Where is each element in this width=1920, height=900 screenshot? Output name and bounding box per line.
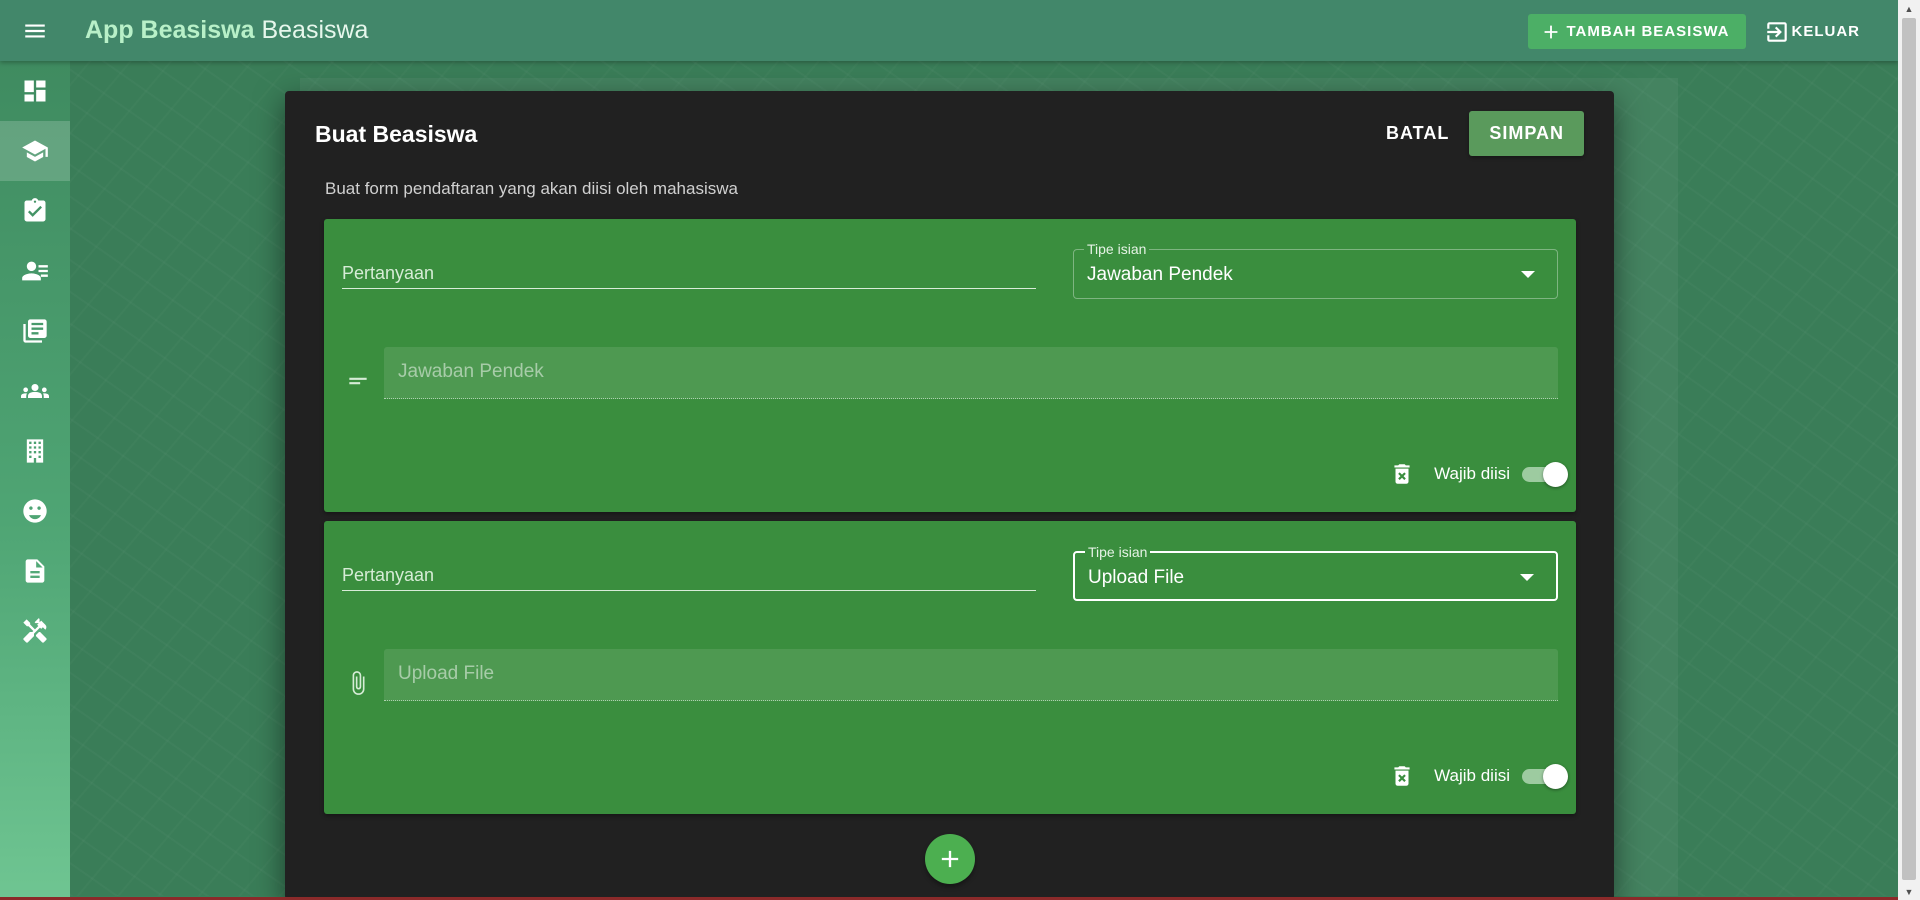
attachment-icon: [344, 669, 372, 697]
assignment-check-icon: [24, 198, 46, 222]
library-books-icon: [23, 319, 47, 343]
required-label: Wajib diisi: [1434, 464, 1510, 483]
sidebar-item-tools[interactable]: [0, 601, 70, 661]
field-type-value: Jawaban Pendek: [1087, 264, 1233, 285]
cancel-button[interactable]: BATAL: [1366, 123, 1469, 144]
sidebar-item-document[interactable]: [0, 541, 70, 601]
trash-icon: [1394, 766, 1410, 786]
add-scholarship-label: TAMBAH BEASISWA: [1566, 23, 1730, 40]
logout-label: KELUAR: [1791, 23, 1860, 40]
sidebar-item-face[interactable]: [0, 481, 70, 541]
required-toggle[interactable]: [1520, 763, 1568, 789]
dialog-subtitle: Buat form pendaftaran yang akan diisi ol…: [325, 179, 738, 198]
hamburger-menu-icon: [25, 24, 45, 37]
sidebar-item-people[interactable]: [0, 361, 70, 421]
save-label: SIMPAN: [1489, 123, 1564, 143]
sidebar-item-contacts[interactable]: [0, 241, 70, 301]
app-title-bold: App Beasiswa: [85, 16, 255, 44]
sidebar-item-building[interactable]: [0, 421, 70, 481]
short-text-icon: [344, 367, 372, 395]
dialog-title: Buat Beasiswa: [315, 121, 478, 147]
document-icon: [25, 559, 45, 583]
tools-icon: [23, 618, 47, 643]
field-type-select[interactable]: Tipe isian Upload File: [1073, 544, 1558, 601]
scroll-thumb[interactable]: [1902, 18, 1916, 880]
people-icon: [21, 384, 49, 398]
question-input[interactable]: Pertanyaan: [342, 563, 1036, 591]
save-button[interactable]: SIMPAN: [1469, 111, 1584, 156]
toggle-thumb: [1543, 764, 1568, 789]
dashboard-icon: [24, 80, 46, 102]
required-label: Wajib diisi: [1434, 766, 1510, 785]
sidebar-item-assignment[interactable]: [0, 181, 70, 241]
question-input[interactable]: Pertanyaan: [342, 261, 1036, 289]
app-bar: App Beasiswa Beasiswa TAMBAH BEASISWA KE…: [0, 0, 1898, 61]
required-toggle[interactable]: [1520, 461, 1568, 487]
app-title: App Beasiswa Beasiswa: [85, 16, 368, 45]
building-icon: [26, 439, 44, 463]
app-title-light: Beasiswa: [261, 16, 369, 44]
exit-icon: [1766, 21, 1787, 42]
scroll-down-arrow-icon[interactable]: ▼: [1898, 883, 1920, 900]
add-scholarship-button[interactable]: TAMBAH BEASISWA: [1528, 14, 1746, 49]
field-type-value: Upload File: [1088, 567, 1185, 588]
sidebar-item-library[interactable]: [0, 301, 70, 361]
page-scrollbar[interactable]: ▲ ▼: [1898, 0, 1920, 900]
sidebar: [0, 61, 70, 900]
face-icon: [23, 499, 47, 523]
question-card: Pertanyaan Tipe isian Upload File Upload…: [324, 521, 1576, 814]
sidebar-item-dashboard[interactable]: [0, 61, 70, 121]
field-type-select[interactable]: Tipe isian Jawaban Pendek: [1073, 241, 1558, 299]
scholarship-icon: [22, 140, 48, 162]
field-type-label: Tipe isian: [1084, 241, 1150, 257]
logout-button[interactable]: KELUAR: [1764, 19, 1861, 45]
add-question-button[interactable]: [925, 834, 975, 884]
question-card: Pertanyaan Tipe isian Jawaban Pendek Jaw…: [324, 219, 1576, 512]
dropdown-arrow-icon: [1521, 271, 1535, 278]
plus-icon: [1545, 25, 1558, 38]
dropdown-arrow-icon: [1520, 574, 1534, 581]
create-scholarship-dialog: Buat Beasiswa BATAL SIMPAN Buat form pen…: [285, 91, 1614, 900]
scroll-up-arrow-icon[interactable]: ▲: [1898, 0, 1920, 17]
trash-icon: [1394, 464, 1410, 484]
toggle-thumb: [1543, 462, 1568, 487]
answer-preview-field: Upload File: [384, 649, 1558, 701]
plus-icon: [941, 850, 959, 868]
answer-preview-field: Jawaban Pendek: [384, 347, 1558, 399]
sidebar-item-scholarship[interactable]: [0, 121, 70, 181]
contact-list-icon: [22, 261, 48, 281]
field-type-label: Tipe isian: [1085, 544, 1151, 560]
menu-button[interactable]: [0, 0, 70, 61]
delete-question-button[interactable]: [1388, 762, 1416, 790]
delete-question-button[interactable]: [1388, 460, 1416, 488]
